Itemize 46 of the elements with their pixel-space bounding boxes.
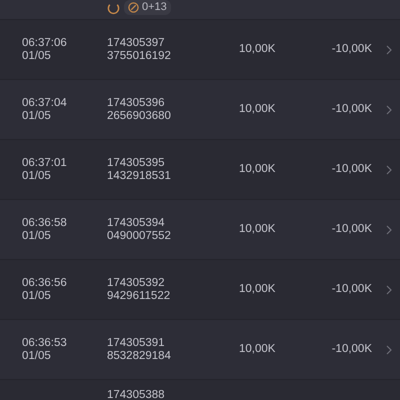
id-text: 174305392 [107,276,166,290]
id-text: 174305388 [107,389,166,400]
result-text: -10,00K [332,343,372,356]
time-text: 06:37:04 [22,96,68,110]
id-text: 174305397 [107,36,166,50]
result-text: -10,00K [332,43,372,56]
amount-text: 10,00K [239,103,276,116]
loading-icon [107,2,120,15]
time-text: 06:36:53 [22,336,68,350]
chevron-icon [386,164,392,174]
chevron-icon [386,344,392,354]
id-text: 174305395 [107,156,166,170]
id-text: 174305391 [107,336,166,350]
date-text: 01/05 [22,110,52,122]
reference-text: 8532829184 [107,350,172,362]
chevron-icon [386,284,392,294]
date-text: 01/05 [22,50,52,62]
time-text: 06:36:56 [22,276,68,290]
date-text: 01/05 [22,230,52,242]
date-text: 01/05 [22,350,52,362]
result-text: -10,00K [332,163,372,176]
amount-text: 10,00K [239,43,276,56]
chevron-icon [386,44,392,54]
id-text: 174305394 [107,216,166,230]
time-text: 06:37:06 [22,36,68,50]
amount-text: 10,00K [239,223,276,236]
reference-text: 0490007552 [107,230,172,242]
amount-text: 10,00K [239,283,276,296]
chevron-icon [386,104,392,114]
amount-text: 10,00K [239,163,276,176]
badge: 0+13 [124,0,171,15]
reference-text: 9429611522 [107,290,172,302]
reference-text: 3755016192 [107,50,172,62]
reference-text: 2656903680 [107,110,172,122]
time-text: 06:37:01 [22,156,68,170]
date-text: 01/05 [22,170,52,182]
result-text: -10,00K [332,283,372,296]
date-text: 01/05 [22,290,52,302]
chevron-icon [386,224,392,234]
amount-text: 10,00K [239,343,276,356]
transaction-row[interactable]: 174305388 [0,379,400,400]
result-text: -10,00K [332,103,372,116]
time-text: 06:36:58 [22,216,68,230]
result-text: -10,00K [332,223,372,236]
id-text: 174305396 [107,96,166,110]
reference-text: 1432918531 [107,170,172,182]
